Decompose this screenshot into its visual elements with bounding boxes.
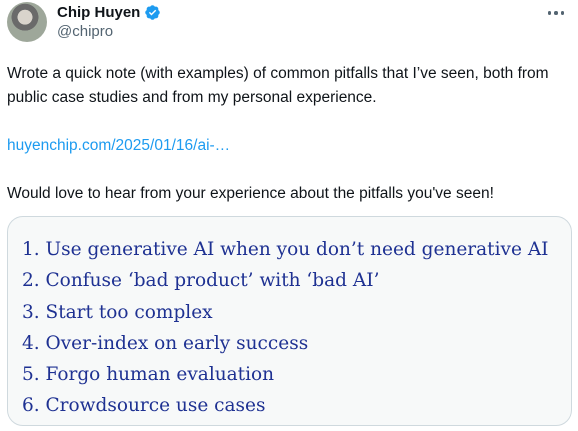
tweet-link[interactable]: huyenchip.com/2025/01/16/ai-… [7, 137, 230, 154]
tweet-paragraph: Wrote a quick note (with examples) of co… [7, 65, 549, 106]
list-item: 3. Start too complex [22, 301, 213, 323]
list-item: 6. Crowdsource use cases [22, 395, 266, 417]
name-row: Chip Huyen [57, 4, 161, 21]
more-options-icon[interactable] [544, 4, 568, 22]
list-item: 4. Over-index on early success [22, 332, 309, 354]
list-item: 5. Forgo human evaluation [22, 364, 275, 386]
media-image[interactable]: 1. Use generative AI when you don’t need… [7, 216, 572, 426]
avatar[interactable] [7, 2, 47, 42]
list-item: 1. Use generative AI when you don’t need… [22, 239, 549, 260]
author-name[interactable]: Chip Huyen [57, 4, 140, 21]
tweet-header: Chip Huyen @chipro [57, 4, 161, 40]
tweet-text: Wrote a quick note (with examples) of co… [7, 62, 572, 206]
tweet-paragraph: Would love to hear from your experience … [7, 185, 494, 202]
pitfalls-list: 1. Use generative AI when you don’t need… [8, 217, 571, 422]
verified-badge-icon [145, 5, 161, 20]
author-handle[interactable]: @chipro [57, 23, 161, 40]
list-item: 2. Confuse ‘bad product’ with ‘bad AI’ [22, 270, 380, 292]
